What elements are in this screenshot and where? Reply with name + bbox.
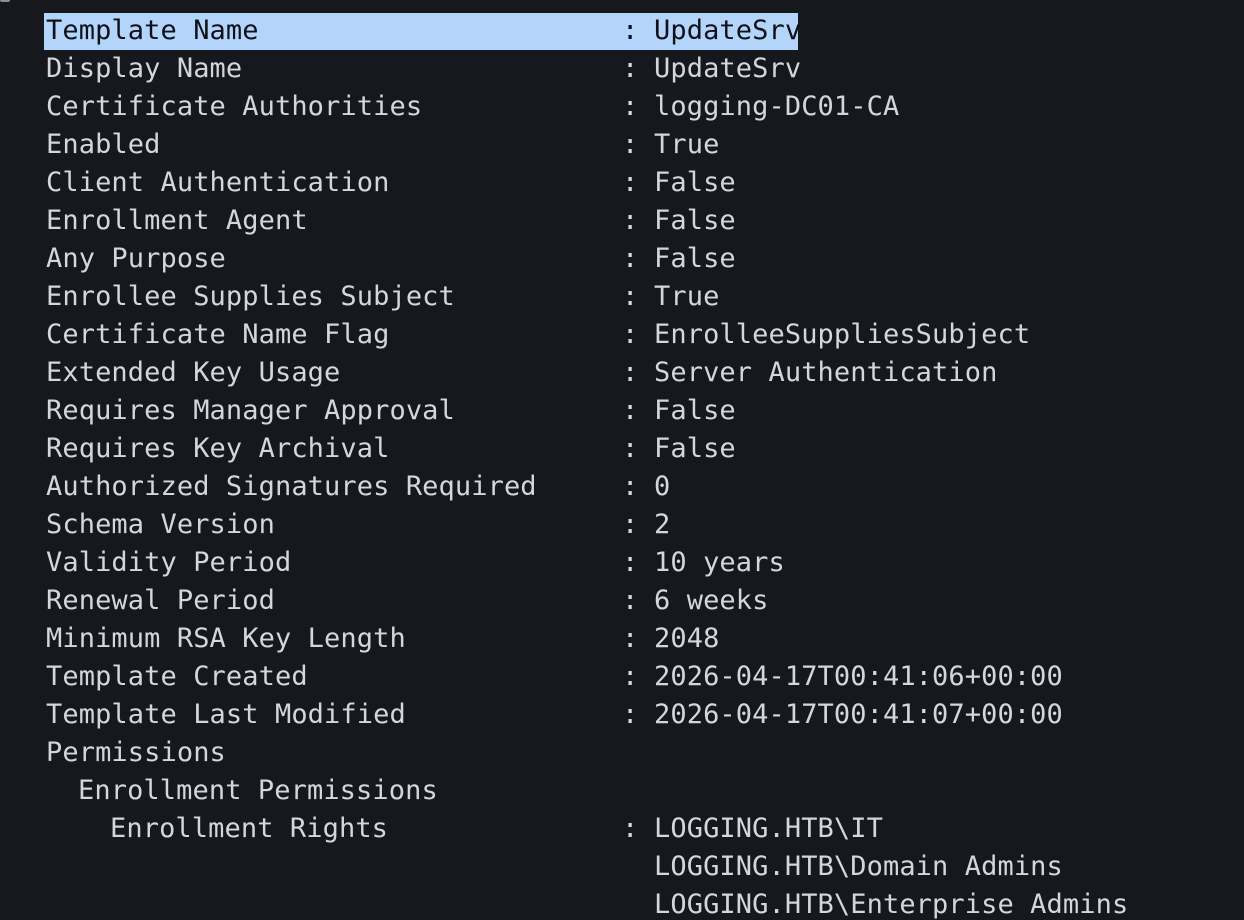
- output-line: Schema Version:2: [46, 506, 1236, 544]
- field-separator: :: [622, 433, 639, 464]
- output-line: Enrollment Agent: False: [46, 202, 1236, 240]
- field-value: False: [654, 395, 736, 426]
- field-separator: :: [622, 623, 639, 654]
- field-value: 2026-04-17T00:41:07+00:00: [654, 699, 1063, 730]
- output-line: Renewal Period:6 weeks: [46, 582, 1236, 620]
- field-separator: :: [622, 129, 639, 160]
- output-line: Minimum RSA Key Length:2048: [46, 620, 1236, 658]
- field-separator: :: [622, 15, 639, 46]
- field-value: True: [654, 129, 720, 160]
- output-line: LOGGING.HTB\Domain Admins: [46, 848, 1236, 886]
- output-line: Enabled: True: [46, 126, 1236, 164]
- field-separator: :: [622, 243, 639, 274]
- output-line: Enrollment Permissions: [46, 772, 1236, 810]
- field-value: 2048: [654, 623, 720, 654]
- field-label: Template Name: [46, 15, 259, 46]
- output-line: Requires Manager Approval: False: [46, 392, 1236, 430]
- field-label: Client Authentication: [46, 167, 390, 198]
- field-label: Template Last Modified: [46, 699, 406, 730]
- field-value: logging-DC01-CA: [654, 91, 900, 122]
- field-separator: :: [622, 319, 639, 350]
- output-line: Display Name: UpdateSrv: [46, 50, 1236, 88]
- output-line: Template Created:2026-04-17T00:41:06+00:…: [46, 658, 1236, 696]
- output-line: Extended Key Usage: Server Authentication: [46, 354, 1236, 392]
- field-label: Certificate Authorities: [46, 91, 423, 122]
- field-label: Template Created: [46, 661, 308, 692]
- output-line: LOGGING.HTB\Enterprise Admins: [46, 886, 1236, 920]
- field-value: True: [654, 281, 720, 312]
- field-label: Schema Version: [46, 509, 275, 540]
- output-line: Enrollment Rights: LOGGING.HTB\IT: [46, 810, 1236, 848]
- output-line: Enrollee Supplies Subject: True: [46, 278, 1236, 316]
- output-line: Authorized Signatures Required:0: [46, 468, 1236, 506]
- field-label: Authorized Signatures Required: [46, 471, 537, 502]
- field-label: Enrollment Agent: [46, 205, 308, 236]
- field-value: 2: [654, 509, 671, 540]
- field-separator: :: [622, 813, 639, 844]
- field-separator: :: [622, 395, 639, 426]
- field-value: LOGGING.HTB\IT: [654, 813, 883, 844]
- field-label: Requires Key Archival: [46, 433, 390, 464]
- field-separator: :: [622, 91, 639, 122]
- field-value: False: [654, 205, 736, 236]
- output-line: Template Last Modified:2026-04-17T00:41:…: [46, 696, 1236, 734]
- field-value: False: [654, 167, 736, 198]
- field-value: 2026-04-17T00:41:06+00:00: [654, 661, 1063, 692]
- field-value: 10 years: [654, 547, 785, 578]
- field-label: Enrollment Permissions: [78, 775, 438, 806]
- field-value: Server Authentication: [654, 357, 998, 388]
- field-label: Any Purpose: [46, 243, 226, 274]
- field-label: Enrollment Rights: [110, 813, 389, 844]
- output-line: Certificate Name Flag: EnrolleeSuppliesSu…: [46, 316, 1236, 354]
- field-separator: :: [622, 547, 639, 578]
- field-label: Validity Period: [46, 547, 292, 578]
- field-label: Minimum RSA Key Length: [46, 623, 406, 654]
- field-value: 0: [654, 471, 671, 502]
- field-value: False: [654, 243, 736, 274]
- field-separator: :: [622, 281, 639, 312]
- terminal-window[interactable]: Template Name: UpdateSrv Display Name: Upda…: [0, 0, 1244, 920]
- field-label: Extended Key Usage: [46, 357, 341, 388]
- field-value: EnrolleeSuppliesSubject: [654, 319, 1031, 350]
- field-label: Requires Manager Approval: [46, 395, 455, 426]
- field-separator: :: [622, 357, 639, 388]
- field-value: 6 weeks: [654, 585, 769, 616]
- prompt-fragment: [0, 0, 10, 2]
- field-label: Enrollee Supplies Subject: [46, 281, 455, 312]
- field-label: Display Name: [46, 53, 243, 84]
- output-line: Certificate Authorities: logging-DC01-CA: [46, 88, 1236, 126]
- output-line: Requires Key Archival: False: [46, 430, 1236, 468]
- field-separator: :: [622, 509, 639, 540]
- output-line: Validity Period:10 years: [46, 544, 1236, 582]
- field-label: Enabled: [46, 129, 161, 160]
- field-separator: :: [622, 661, 639, 692]
- output-line: Template Name: UpdateSrv: [46, 12, 1236, 50]
- output-line: Any Purpose: False: [46, 240, 1236, 278]
- field-label: Permissions: [46, 737, 226, 768]
- output-line: Client Authentication: False: [46, 164, 1236, 202]
- field-separator: :: [622, 167, 639, 198]
- field-value: UpdateSrv: [654, 53, 802, 84]
- field-separator: :: [622, 205, 639, 236]
- field-value: LOGGING.HTB\Domain Admins: [654, 851, 1063, 882]
- field-separator: :: [622, 699, 639, 730]
- field-label: Renewal Period: [46, 585, 275, 616]
- field-value: UpdateSrv: [654, 15, 802, 46]
- field-separator: :: [622, 585, 639, 616]
- output-line: Permissions: [46, 734, 1236, 772]
- field-separator: :: [622, 471, 639, 502]
- field-separator: :: [622, 53, 639, 84]
- field-value: False: [654, 433, 736, 464]
- field-label: Certificate Name Flag: [46, 319, 390, 350]
- field-value: LOGGING.HTB\Enterprise Admins: [654, 889, 1129, 920]
